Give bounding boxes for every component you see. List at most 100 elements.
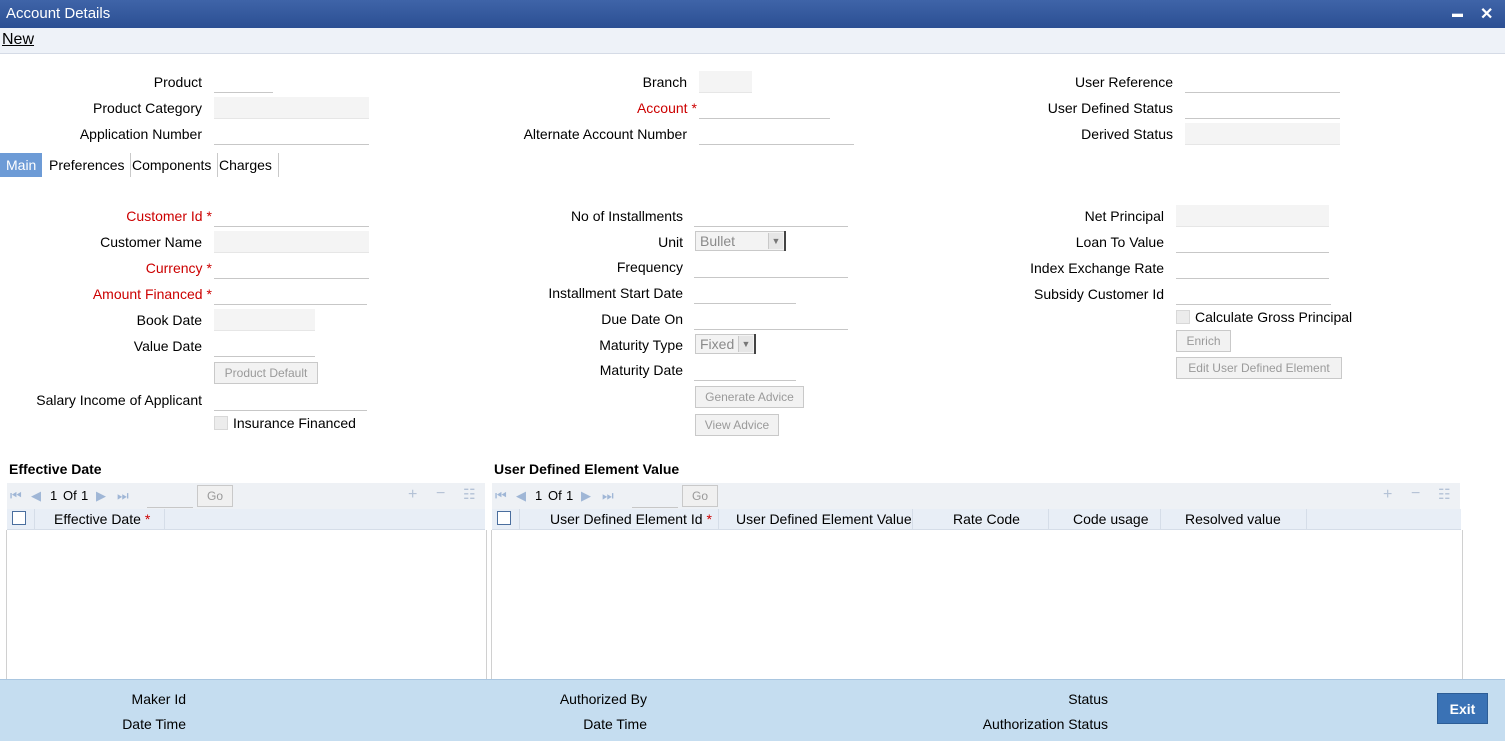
index-exchange-rate-input[interactable]: [1176, 257, 1329, 279]
first-page-icon[interactable]: ⏮: [495, 488, 507, 504]
subsidy-customer-id-label: Subsidy Customer Id: [1034, 286, 1164, 302]
application-number-label: Application Number: [79, 126, 202, 142]
installment-start-date-label: Installment Start Date: [548, 285, 683, 301]
loan-to-value-input[interactable]: [1176, 231, 1329, 253]
installment-start-date-input[interactable]: [694, 282, 796, 304]
window-title-bar: Account Details ▬ ✕: [0, 0, 1505, 28]
checker-date-time-label: Date Time: [583, 716, 647, 732]
column-header-effective-date-text: Effective Date: [54, 511, 141, 527]
user-reference-input[interactable]: [1185, 71, 1340, 93]
ude-grid-toolbar: ⏮ ◀ 1 Of 1 ▶ ⏭ Go + − ☷: [492, 483, 1460, 509]
maturity-type-label: Maturity Type: [599, 337, 683, 353]
account-required-mark: *: [691, 100, 697, 116]
tab-components[interactable]: Components: [126, 153, 219, 177]
page-number-input[interactable]: [147, 485, 193, 508]
column-header-ude-id-text: User Defined Element Id: [550, 511, 703, 527]
column-header-rate-code[interactable]: Rate Code: [953, 511, 1020, 527]
first-page-icon[interactable]: ⏮: [10, 488, 22, 504]
due-date-on-input[interactable]: [694, 308, 848, 330]
window-title: Account Details: [6, 5, 111, 22]
branch-label: Branch: [642, 74, 687, 90]
close-icon[interactable]: ✕: [1480, 4, 1493, 24]
amount-financed-label: Amount Financed *: [93, 286, 212, 302]
go-button[interactable]: Go: [682, 485, 718, 507]
column-separator: [718, 509, 719, 529]
branch-input[interactable]: [699, 71, 752, 93]
frequency-input[interactable]: [694, 256, 848, 278]
unit-select-value: Bullet: [700, 233, 736, 249]
subsidy-customer-id-input[interactable]: [1176, 283, 1331, 305]
column-header-resolved-value[interactable]: Resolved value: [1185, 511, 1281, 527]
user-defined-status-input[interactable]: [1185, 97, 1340, 119]
column-separator: [164, 509, 165, 529]
customer-name-input[interactable]: [214, 231, 369, 253]
user-reference-label: User Reference: [1074, 74, 1173, 90]
frequency-label: Frequency: [616, 259, 683, 275]
minimize-icon[interactable]: ▬: [1452, 8, 1463, 20]
tab-charges[interactable]: Charges: [213, 153, 279, 177]
next-page-icon[interactable]: ▶: [581, 488, 591, 504]
single-view-icon[interactable]: ☷: [1438, 486, 1451, 503]
select-all-checkbox[interactable]: [12, 511, 26, 525]
product-input[interactable]: [214, 71, 273, 93]
generate-advice-button[interactable]: Generate Advice: [695, 386, 804, 408]
column-header-ude-value[interactable]: User Defined Element Value: [736, 511, 912, 527]
effective-date-grid-toolbar: ⏮ ◀ 1 Of 1 ▶ ⏭ Go + − ☷: [7, 483, 485, 509]
add-row-icon[interactable]: +: [408, 486, 417, 504]
go-button[interactable]: Go: [197, 485, 233, 507]
ude-grid-body: [491, 530, 1463, 679]
add-row-icon[interactable]: +: [1383, 486, 1392, 504]
customer-id-label-text: Customer Id: [126, 208, 203, 224]
authorized-by-label: Authorized By: [559, 691, 647, 707]
insurance-financed-checkbox[interactable]: [214, 416, 228, 430]
effective-date-required-mark: *: [144, 511, 151, 527]
application-number-input[interactable]: [214, 123, 369, 145]
delete-row-icon[interactable]: −: [436, 485, 445, 503]
maturity-date-input[interactable]: [694, 359, 796, 381]
new-link[interactable]: New: [2, 31, 34, 49]
select-all-checkbox[interactable]: [497, 511, 511, 525]
column-separator: [1048, 509, 1049, 529]
tab-preferences[interactable]: Preferences: [43, 153, 132, 177]
column-header-code-usage[interactable]: Code usage: [1073, 511, 1149, 527]
next-page-icon[interactable]: ▶: [96, 488, 106, 504]
column-header-ude-id[interactable]: User Defined Element Id *: [550, 511, 712, 527]
unit-select[interactable]: Bullet ▼: [695, 231, 786, 251]
enrich-button[interactable]: Enrich: [1176, 330, 1231, 352]
no-of-installments-input[interactable]: [694, 205, 848, 227]
salary-income-input[interactable]: [214, 389, 367, 411]
prev-page-icon[interactable]: ◀: [31, 488, 41, 504]
net-principal-input[interactable]: [1176, 205, 1329, 227]
due-date-on-label: Due Date On: [601, 311, 683, 327]
prev-page-icon[interactable]: ◀: [516, 488, 526, 504]
single-view-icon[interactable]: ☷: [463, 486, 476, 503]
product-default-button[interactable]: Product Default: [214, 362, 318, 384]
column-header-effective-date[interactable]: Effective Date *: [54, 511, 150, 527]
maker-date-time-label: Date Time: [122, 716, 186, 732]
amount-financed-input[interactable]: [214, 283, 367, 305]
customer-id-input[interactable]: [214, 205, 369, 227]
chevron-down-icon: ▼: [768, 233, 783, 249]
value-date-input[interactable]: [214, 335, 315, 357]
delete-row-icon[interactable]: −: [1411, 485, 1420, 503]
currency-input[interactable]: [214, 257, 369, 279]
alternate-account-number-input[interactable]: [699, 123, 854, 145]
derived-status-input[interactable]: [1185, 123, 1340, 145]
last-page-icon[interactable]: ⏭: [602, 488, 614, 504]
book-date-label: Book Date: [136, 312, 202, 328]
page-number-input[interactable]: [632, 485, 678, 508]
calculate-gross-principal-checkbox[interactable]: [1176, 310, 1190, 324]
maturity-type-select[interactable]: Fixed ▼: [695, 334, 756, 354]
edit-user-defined-element-button[interactable]: Edit User Defined Element: [1176, 357, 1342, 379]
product-category-input[interactable]: [214, 97, 369, 119]
select-edge: [784, 231, 786, 251]
ude-grid-header: User Defined Element Id * User Defined El…: [492, 509, 1461, 530]
exit-button[interactable]: Exit: [1437, 693, 1488, 724]
view-advice-button[interactable]: View Advice: [695, 414, 779, 436]
book-date-input[interactable]: [214, 309, 315, 331]
maker-id-label: Maker Id: [131, 691, 186, 707]
account-input[interactable]: [699, 97, 830, 119]
calculate-gross-principal-label: Calculate Gross Principal: [1195, 309, 1353, 325]
last-page-icon[interactable]: ⏭: [117, 488, 129, 504]
tab-main[interactable]: Main: [0, 153, 43, 177]
